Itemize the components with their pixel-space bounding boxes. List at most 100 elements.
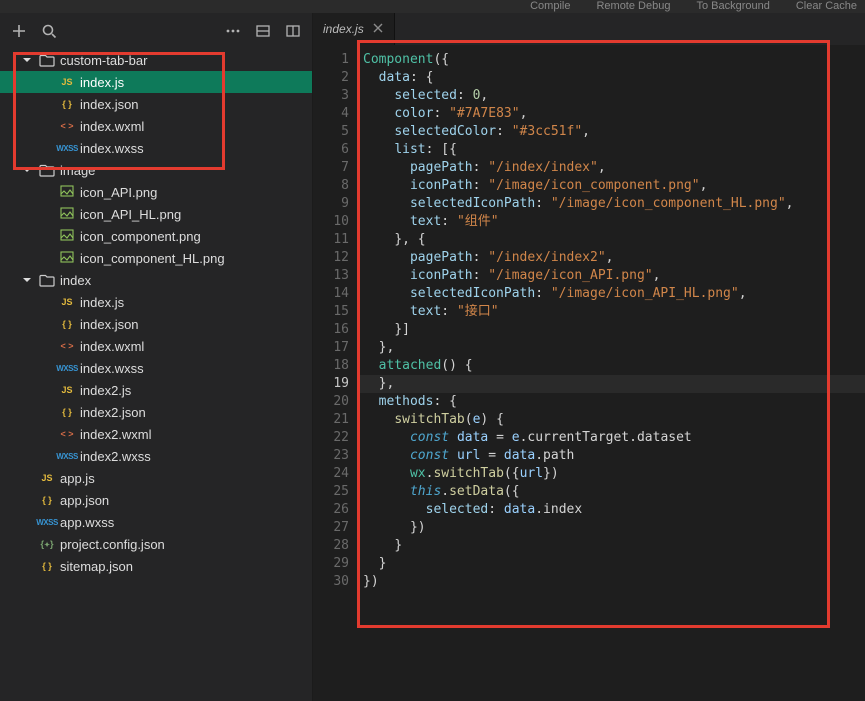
code-line[interactable]: attached() { (359, 357, 865, 375)
editor-pane: index.js 1234567891011121314151617181920… (313, 13, 865, 701)
code-editor[interactable]: 1234567891011121314151617181920212223242… (313, 45, 865, 701)
panel-toggle-a-icon[interactable] (254, 22, 272, 40)
code-line[interactable]: } (359, 537, 865, 555)
tree-file[interactable]: WXSSindex.wxss (0, 137, 312, 159)
tree-file[interactable]: < >index2.wxml (0, 423, 312, 445)
tree-item-label: icon_API.png (80, 185, 157, 200)
tree-file[interactable]: { }app.json (0, 489, 312, 511)
code-line[interactable]: list: [{ (359, 141, 865, 159)
editor-tab[interactable]: index.js (313, 13, 395, 45)
tree-file[interactable]: JSindex.js (0, 71, 312, 93)
tree-file[interactable]: { }sitemap.json (0, 555, 312, 577)
tree-file[interactable]: icon_API.png (0, 181, 312, 203)
code-line[interactable]: pagePath: "/index/index", (359, 159, 865, 177)
tree-item-label: index.wxss (80, 361, 144, 376)
tree-item-label: index.json (80, 97, 139, 112)
line-gutter: 1234567891011121314151617181920212223242… (313, 45, 359, 701)
new-file-icon[interactable] (10, 22, 28, 40)
file-type-icon: < > (54, 121, 80, 131)
file-type-icon: WXSS (34, 518, 60, 527)
line-number: 4 (313, 105, 349, 123)
tree-item-label: index2.wxss (80, 449, 151, 464)
line-number: 2 (313, 69, 349, 87)
tree-file[interactable]: WXSSapp.wxss (0, 511, 312, 533)
tree-file[interactable]: icon_component_HL.png (0, 247, 312, 269)
close-icon[interactable] (372, 22, 384, 37)
tree-file[interactable]: { }index.json (0, 313, 312, 335)
tree-folder[interactable]: index (0, 269, 312, 291)
tree-file[interactable]: JSapp.js (0, 467, 312, 489)
line-number: 22 (313, 429, 349, 447)
code-line[interactable]: text: "接口" (359, 303, 865, 321)
tree-file[interactable]: < >index.wxml (0, 335, 312, 357)
topbar-item[interactable]: Clear Cache (796, 0, 857, 12)
topbar-item[interactable]: Compile (530, 0, 570, 12)
code-line[interactable]: }) (359, 519, 865, 537)
file-type-icon: JS (54, 385, 80, 395)
tree-folder[interactable]: custom-tab-bar (0, 49, 312, 71)
tree-file[interactable]: WXSSindex2.wxss (0, 445, 312, 467)
topbar-item[interactable]: Remote Debug (596, 0, 670, 12)
editor-tabbar: index.js (313, 13, 865, 45)
line-number: 14 (313, 285, 349, 303)
tree-item-label: app.json (60, 493, 109, 508)
tree-file[interactable]: WXSSindex.wxss (0, 357, 312, 379)
line-number: 12 (313, 249, 349, 267)
file-type-icon: { } (34, 561, 60, 571)
code-line[interactable]: selectedIconPath: "/image/icon_API_HL.pn… (359, 285, 865, 303)
tree-file[interactable]: { }index.json (0, 93, 312, 115)
code-line[interactable]: this.setData({ (359, 483, 865, 501)
tree-item-label: image (60, 163, 95, 178)
tree-file[interactable]: icon_component.png (0, 225, 312, 247)
more-icon[interactable] (224, 22, 242, 40)
file-type-icon: WXSS (54, 364, 80, 373)
line-number: 16 (313, 321, 349, 339)
code-line[interactable]: const data = e.currentTarget.dataset (359, 429, 865, 447)
code-line[interactable]: wx.switchTab({url}) (359, 465, 865, 483)
tree-file[interactable]: {✦}project.config.json (0, 533, 312, 555)
code-line[interactable]: } (359, 555, 865, 573)
line-number: 23 (313, 447, 349, 465)
code-line[interactable]: }) (359, 573, 865, 591)
code-line[interactable]: selected: 0, (359, 87, 865, 105)
topbar-item[interactable]: To Background (696, 0, 769, 12)
code-line[interactable]: }, { (359, 231, 865, 249)
tree-item-label: project.config.json (60, 537, 165, 552)
tree-file[interactable]: JSindex.js (0, 291, 312, 313)
file-type-icon: WXSS (54, 144, 80, 153)
line-number: 8 (313, 177, 349, 195)
code-line[interactable]: }, (359, 375, 865, 393)
code-line[interactable]: iconPath: "/image/icon_component.png", (359, 177, 865, 195)
code-line[interactable]: selected: data.index (359, 501, 865, 519)
code-area[interactable]: Component({ data: { selected: 0, color: … (359, 45, 865, 701)
code-line[interactable]: selectedIconPath: "/image/icon_component… (359, 195, 865, 213)
line-number: 24 (313, 465, 349, 483)
code-line[interactable]: }] (359, 321, 865, 339)
line-number: 6 (313, 141, 349, 159)
tree-file[interactable]: { }index2.json (0, 401, 312, 423)
tree-file[interactable]: JSindex2.js (0, 379, 312, 401)
code-line[interactable]: pagePath: "/index/index2", (359, 249, 865, 267)
code-line[interactable]: methods: { (359, 393, 865, 411)
code-line[interactable]: Component({ (359, 51, 865, 69)
code-line[interactable]: }, (359, 339, 865, 357)
file-tree[interactable]: custom-tab-barJSindex.js{ }index.json< >… (0, 49, 312, 701)
file-type-icon: < > (54, 429, 80, 439)
search-icon[interactable] (40, 22, 58, 40)
tree-file[interactable]: icon_API_HL.png (0, 203, 312, 225)
code-line[interactable]: color: "#7A7E83", (359, 105, 865, 123)
line-number: 17 (313, 339, 349, 357)
file-type-icon: WXSS (54, 452, 80, 461)
tree-folder[interactable]: image (0, 159, 312, 181)
tree-file[interactable]: < >index.wxml (0, 115, 312, 137)
code-line[interactable]: text: "组件" (359, 213, 865, 231)
code-line[interactable]: data: { (359, 69, 865, 87)
code-line[interactable]: const url = data.path (359, 447, 865, 465)
line-number: 7 (313, 159, 349, 177)
code-line[interactable]: switchTab(e) { (359, 411, 865, 429)
code-line[interactable]: selectedColor: "#3cc51f", (359, 123, 865, 141)
panel-toggle-b-icon[interactable] (284, 22, 302, 40)
file-type-icon (54, 207, 80, 221)
folder-icon (34, 163, 60, 177)
code-line[interactable]: iconPath: "/image/icon_API.png", (359, 267, 865, 285)
